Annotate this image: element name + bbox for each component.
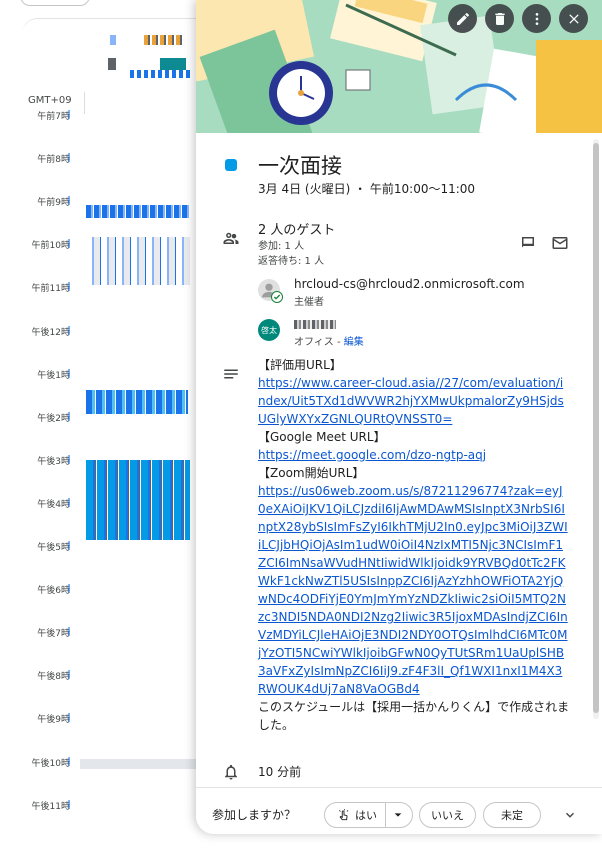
hour-tick: [68, 757, 70, 766]
rsvp-options-dropdown[interactable]: [386, 803, 410, 827]
edit-event-button[interactable]: [448, 4, 477, 33]
hour-label: 午前8時: [37, 155, 70, 165]
hour-tick: [68, 455, 70, 464]
zoom-url-link[interactable]: https://us06web.zoom.us/s/87211296774?za…: [258, 482, 570, 698]
reminder-text: 10 分前: [258, 765, 302, 779]
chat-icon[interactable]: [519, 234, 537, 252]
hour-tick: [68, 670, 70, 679]
calendar-event-block[interactable]: [80, 759, 200, 769]
event-details-panel: 一次面接 3月 4日 (火曜日) ・ 午前10:00～11:00 2 人のゲスト…: [196, 0, 602, 834]
calendar-color-swatch: [225, 159, 237, 171]
more-vert-icon: [535, 12, 538, 25]
hour-tick: [68, 498, 70, 507]
hour-tick: [68, 713, 70, 722]
guest-role: オフィス - 編集: [294, 337, 364, 348]
touch-icon: [339, 809, 349, 821]
hour-tick: [68, 584, 70, 593]
hour-tick: [68, 412, 70, 421]
rsvp-question: 参加しますか？: [212, 808, 297, 822]
hour-label: 午後11時: [31, 802, 70, 812]
close-button[interactable]: [559, 4, 588, 33]
hour-label: 午前10時: [31, 241, 70, 251]
hour-label: 午後10時: [31, 759, 70, 769]
email-icon[interactable]: [551, 234, 569, 252]
guest-name-redacted: [294, 317, 336, 331]
hour-label: 午後8時: [37, 672, 70, 682]
guest-email: hrcloud-cs@hrcloud2.onmicrosoft.com: [294, 277, 525, 291]
guest-accepted-count: 参加: 1 人: [258, 241, 305, 252]
hour-label: 午後4時: [37, 500, 70, 510]
event-header-illustration: [196, 0, 602, 133]
guest-role: 主催者: [294, 297, 324, 308]
rsvp-footer: 参加しますか？ はい いいえ 未定: [196, 787, 602, 834]
scrollbar-thumb[interactable]: [593, 143, 599, 713]
rsvp-maybe-button[interactable]: 未定: [483, 802, 541, 828]
event-title: 一次面接: [258, 154, 342, 178]
people-icon: [222, 229, 240, 247]
calendar-event-block[interactable]: [86, 205, 190, 218]
calendar-event-block[interactable]: [144, 35, 184, 45]
guest-count: 2 人のゲスト: [258, 223, 336, 238]
meet-url-label: 【Google Meet URL】: [258, 430, 386, 444]
eval-url-label: 【評価用URL】: [258, 358, 342, 372]
guest-actions: [519, 234, 569, 252]
hour-tick: [68, 800, 70, 809]
hour-tick: [68, 239, 70, 248]
hour-label: 午前9時: [37, 198, 70, 208]
calendar-event-block[interactable]: [86, 237, 190, 285]
hour-tick: [68, 326, 70, 335]
caret-down-icon: [394, 813, 402, 817]
event-datetime: 3月 4日 (火曜日) ・ 午前10:00～11:00: [258, 182, 476, 196]
more-options-button[interactable]: [522, 4, 551, 33]
close-icon: [568, 13, 579, 24]
accepted-check-icon: [271, 291, 283, 303]
guest-awaiting-count: 返答待ち: 1 人: [258, 256, 325, 267]
hour-label: 午後1時: [37, 371, 70, 381]
hour-label: 午後5時: [37, 543, 70, 553]
today-button[interactable]: [20, 0, 90, 6]
hour-tick: [68, 110, 70, 119]
pencil-icon: [456, 12, 469, 25]
bell-icon: [222, 763, 240, 781]
calendar-event-block[interactable]: [86, 460, 190, 540]
timezone-label: GMT+09: [28, 95, 72, 106]
rsvp-no-button[interactable]: いいえ: [419, 802, 476, 828]
event-details-body: 一次面接 3月 4日 (火曜日) ・ 午前10:00～11:00 2 人のゲスト…: [196, 133, 602, 787]
hour-tick: [68, 627, 70, 636]
rsvp-yes-button[interactable]: はい: [327, 803, 386, 827]
hour-label: 午後6時: [37, 586, 70, 596]
trash-icon: [494, 12, 505, 25]
hour-tick: [68, 541, 70, 550]
avatar: 啓太: [258, 319, 280, 341]
hour-label: 午前11時: [31, 284, 70, 294]
meet-url-link[interactable]: https://meet.google.com/dzo-ngtp-aqj: [258, 446, 570, 464]
hour-tick: [68, 282, 70, 291]
divider: [84, 92, 85, 114]
calendar-event-block[interactable]: [110, 35, 116, 45]
toolbar: [448, 4, 588, 33]
description-footer: このスケジュールは【採用一括かんりくん】で作成されました。: [258, 700, 570, 732]
delete-event-button[interactable]: [485, 4, 514, 33]
hour-label: 午後2時: [37, 414, 70, 424]
calendar-event-block[interactable]: [86, 390, 188, 414]
hour-label: 午前7時: [37, 112, 70, 122]
hour-label: 午後7時: [37, 629, 70, 639]
hour-label: 午後3時: [37, 457, 70, 467]
hour-tick: [68, 196, 70, 205]
rsvp-yes-group: はい: [324, 802, 413, 828]
rsvp-yes-label: はい: [355, 809, 377, 822]
calendar-event-block[interactable]: [108, 58, 116, 70]
event-description: 【評価用URL】 https://www.career-cloud.asia//…: [258, 356, 570, 734]
eval-url-link[interactable]: https://www.career-cloud.asia//27/com/ev…: [258, 374, 570, 428]
description-icon: [222, 365, 240, 383]
zoom-url-label: 【Zoom開始URL】: [258, 466, 365, 480]
chevron-down-icon[interactable]: [563, 808, 577, 822]
hour-label: 午後9時: [37, 715, 70, 725]
hour-label: 午後12時: [31, 328, 70, 338]
hour-tick: [68, 153, 70, 162]
edit-link[interactable]: 編集: [344, 337, 364, 348]
calendar-event-block[interactable]: [130, 70, 190, 78]
hour-tick: [68, 369, 70, 378]
